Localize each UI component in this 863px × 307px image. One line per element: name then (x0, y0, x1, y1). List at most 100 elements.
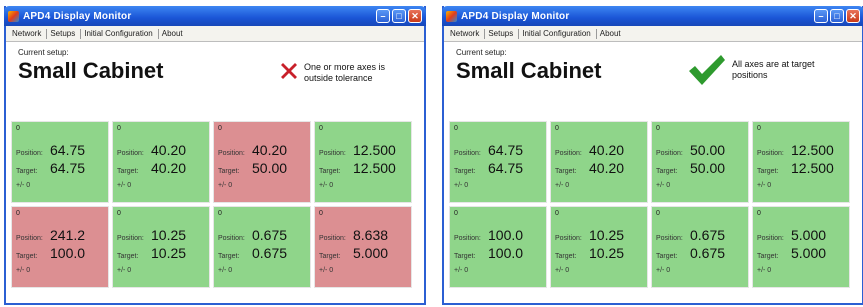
axis-tile: 0 Position: 10.25 Target: 10.25 +/- 0 (550, 206, 648, 288)
title-bar[interactable]: APD4 Display Monitor – □ ✕ (442, 6, 863, 26)
current-setup-label: Current setup: (456, 48, 507, 57)
menu-about[interactable]: About (597, 29, 626, 39)
target-row: Target: 5.000 (757, 245, 843, 261)
target-label: Target: (656, 253, 678, 260)
target-value: 0.675 (252, 245, 288, 261)
axis-tile: 0 Position: 64.75 Target: 64.75 +/- 0 (11, 121, 109, 203)
monitor-window-outside-tolerance: APD4 Display Monitor – □ ✕ Network Setup… (4, 6, 426, 305)
setup-header: Current setup: Small Cabinet All axes ar… (444, 42, 862, 120)
target-row: Target: 100.0 (16, 245, 102, 261)
axis-tile: 0 Position: 0.675 Target: 0.675 +/- 0 (651, 206, 749, 288)
menu-setups[interactable]: Setups (485, 28, 520, 39)
target-row: Target: 64.75 (16, 160, 102, 176)
current-setup-label: Current setup: (18, 48, 69, 57)
position-label: Position: (319, 235, 346, 242)
axis-index: 0 (757, 125, 761, 132)
target-value: 5.000 (353, 245, 389, 261)
position-value: 8.638 (353, 227, 389, 243)
target-value: 50.00 (690, 160, 726, 176)
position-label: Position: (16, 150, 43, 157)
title-bar[interactable]: APD4 Display Monitor – □ ✕ (4, 6, 426, 26)
minimize-button[interactable]: – (814, 9, 828, 23)
target-value: 40.20 (589, 160, 625, 176)
app-icon (446, 10, 457, 22)
position-value: 0.675 (690, 227, 726, 243)
position-row: Position: 12.500 (319, 142, 405, 158)
target-label: Target: (757, 253, 779, 260)
minimize-button[interactable]: – (376, 9, 390, 23)
close-button[interactable]: ✕ (408, 9, 422, 23)
tolerance-value: +/- 0 (454, 182, 469, 189)
axis-tile: 0 Position: 64.75 Target: 64.75 +/- 0 (449, 121, 547, 203)
window-title: APD4 Display Monitor (23, 10, 132, 22)
axis-index: 0 (218, 125, 222, 132)
target-row: Target: 40.20 (555, 160, 641, 176)
axis-index: 0 (319, 125, 323, 132)
target-label: Target: (16, 168, 38, 175)
menu-network[interactable]: Network (9, 28, 48, 39)
status-message: All axes are at target positions (732, 59, 815, 80)
position-label: Position: (555, 150, 582, 157)
axis-index: 0 (16, 125, 20, 132)
axis-index: 0 (656, 125, 660, 132)
target-row: Target: 0.675 (218, 245, 304, 261)
target-value: 100.0 (50, 245, 86, 261)
position-row: Position: 0.675 (656, 227, 742, 243)
axis-index: 0 (117, 125, 121, 132)
target-value: 64.75 (50, 160, 86, 176)
axis-index: 0 (454, 210, 458, 217)
axis-index: 0 (555, 210, 559, 217)
tolerance-value: +/- 0 (555, 182, 570, 189)
position-value: 10.25 (589, 227, 625, 243)
target-label: Target: (218, 168, 240, 175)
target-value: 0.675 (690, 245, 726, 261)
tolerance-value: +/- 0 (656, 267, 671, 274)
tolerance-value: +/- 0 (319, 182, 334, 189)
menu-about[interactable]: About (159, 29, 188, 39)
target-label: Target: (319, 168, 341, 175)
tolerance-value: +/- 0 (454, 267, 469, 274)
green-checkmark-icon (689, 55, 725, 85)
position-value: 12.500 (353, 142, 396, 158)
position-value: 40.20 (589, 142, 625, 158)
tolerance-value: +/- 0 (16, 267, 31, 274)
position-row: Position: 100.0 (454, 227, 540, 243)
target-row: Target: 5.000 (319, 245, 405, 261)
target-row: Target: 40.20 (117, 160, 203, 176)
position-row: Position: 10.25 (555, 227, 641, 243)
target-value: 12.500 (791, 160, 834, 176)
position-row: Position: 12.500 (757, 142, 843, 158)
menu-initial-configuration[interactable]: Initial Configuration (81, 28, 159, 39)
position-row: Position: 241.2 (16, 227, 102, 243)
target-value: 12.500 (353, 160, 396, 176)
app-icon (8, 10, 19, 22)
position-row: Position: 0.675 (218, 227, 304, 243)
position-value: 241.2 (50, 227, 86, 243)
target-row: Target: 12.500 (757, 160, 843, 176)
axis-tile-grid: 0 Position: 64.75 Target: 64.75 +/- 0 0 Positio… (449, 121, 859, 288)
maximize-button[interactable]: □ (830, 9, 844, 23)
position-label: Position: (218, 150, 245, 157)
target-label: Target: (117, 253, 139, 260)
position-value: 64.75 (50, 142, 86, 158)
axis-tile: 0 Position: 40.20 Target: 50.00 +/- 0 (213, 121, 311, 203)
axis-tile: 0 Position: 12.500 Target: 12.500 +/- 0 (752, 121, 850, 203)
menu-setups[interactable]: Setups (47, 28, 82, 39)
setup-name: Small Cabinet (18, 58, 164, 83)
tolerance-value: +/- 0 (117, 182, 132, 189)
tolerance-value: +/- 0 (757, 182, 772, 189)
menu-initial-configuration[interactable]: Initial Configuration (519, 28, 597, 39)
axis-tile-grid: 0 Position: 64.75 Target: 64.75 +/- 0 0 Positio… (11, 121, 421, 288)
target-label: Target: (454, 253, 476, 260)
position-row: Position: 64.75 (16, 142, 102, 158)
position-label: Position: (454, 150, 481, 157)
window-title: APD4 Display Monitor (461, 10, 570, 22)
axis-index: 0 (555, 125, 559, 132)
axis-index: 0 (117, 210, 121, 217)
maximize-button[interactable]: □ (392, 9, 406, 23)
position-value: 12.500 (791, 142, 834, 158)
position-value: 50.00 (690, 142, 726, 158)
menu-network[interactable]: Network (447, 28, 486, 39)
close-button[interactable]: ✕ (846, 9, 860, 23)
axis-index: 0 (656, 210, 660, 217)
